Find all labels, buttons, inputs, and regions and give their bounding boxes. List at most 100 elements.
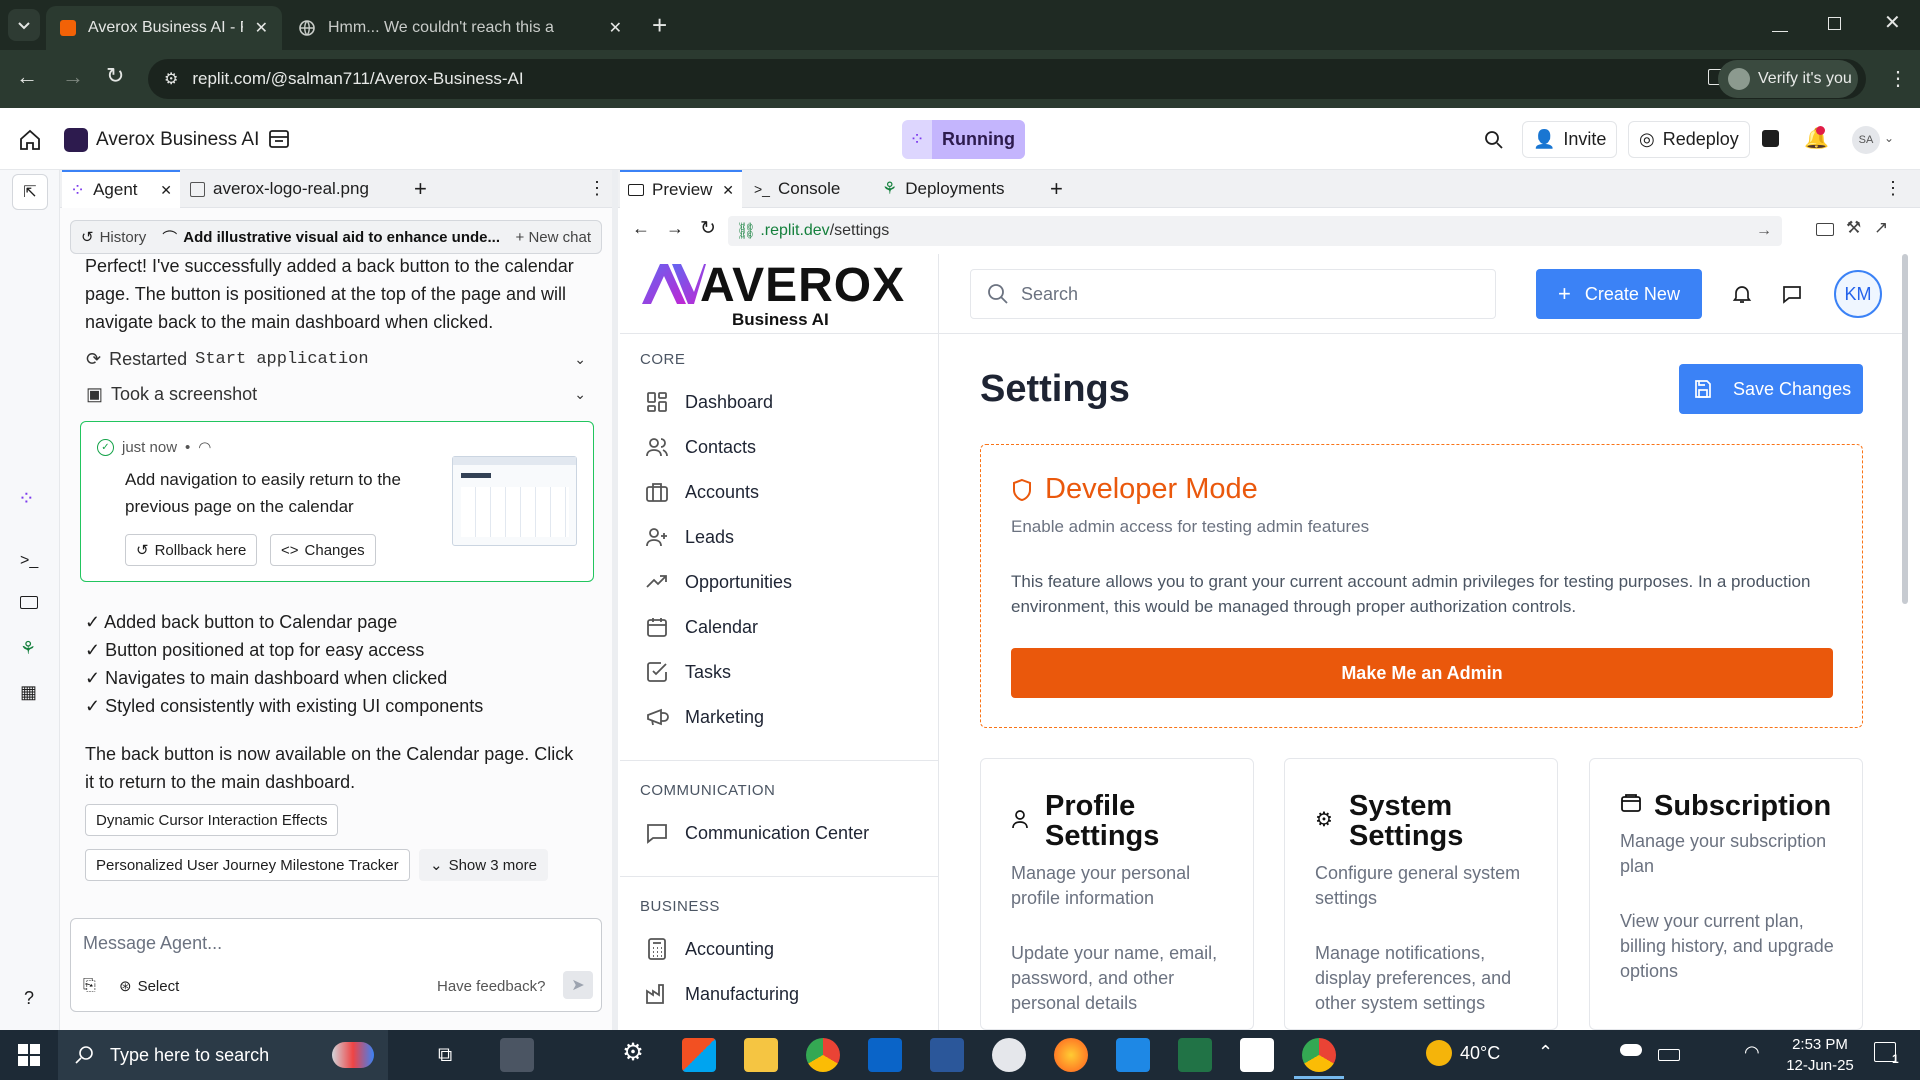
onedrive-icon[interactable] (1620, 1044, 1642, 1056)
system-settings-card[interactable]: ⚙ System Settings Configure general syst… (1284, 758, 1558, 1030)
word-icon[interactable] (930, 1038, 964, 1072)
sidebar-item-opportunities[interactable]: Opportunities (645, 567, 792, 597)
chevron-down-icon[interactable]: ⌄ (574, 351, 586, 368)
close-window-button[interactable]: ✕ (1884, 10, 1901, 35)
home-icon[interactable] (18, 128, 42, 152)
forward-icon[interactable]: → (62, 64, 84, 90)
file-explorer-icon[interactable] (744, 1038, 778, 1072)
back-icon[interactable]: ← (16, 64, 38, 90)
vscode-icon[interactable] (1116, 1038, 1150, 1072)
browser-tab[interactable]: Hmm... We couldn't reach this a ✕ (284, 6, 636, 50)
close-icon[interactable]: ✕ (722, 182, 734, 199)
add-tab-button[interactable]: + (414, 176, 427, 202)
user-avatar[interactable]: KM (1834, 270, 1882, 318)
tray-chevron-icon[interactable]: ⌃ (1538, 1042, 1553, 1063)
battery-icon[interactable] (1658, 1049, 1680, 1061)
clock[interactable]: 2:53 PM 12-Jun-25 (1780, 1034, 1860, 1076)
history-button[interactable]: History (100, 229, 147, 246)
close-icon[interactable]: ✕ (609, 18, 622, 38)
bell-icon[interactable] (1732, 284, 1752, 304)
shell-icon[interactable]: >_ (20, 552, 38, 570)
more-menu-icon[interactable]: ⋮ (588, 178, 606, 199)
weather-widget[interactable]: 40°C (1426, 1040, 1500, 1066)
sidebar-item-calendar[interactable]: Calendar (645, 612, 758, 642)
close-icon[interactable]: ✕ (160, 182, 172, 199)
verify-chip[interactable]: Verify it's you (1718, 60, 1858, 98)
redeploy-button[interactable]: ◎ Redeploy (1628, 121, 1750, 158)
chrome-active-icon[interactable] (1302, 1038, 1336, 1072)
tab-preview[interactable]: Preview ✕ (620, 170, 742, 208)
restore-button[interactable] (1828, 17, 1841, 30)
minimize-button[interactable] (1772, 12, 1788, 32)
more-menu-icon[interactable]: ⋮ (1884, 178, 1902, 199)
outlook-icon[interactable] (868, 1038, 902, 1072)
sidebar-item-accounts[interactable]: Accounts (645, 477, 759, 507)
suggestion-chip[interactable]: Personalized User Journey Milestone Trac… (85, 849, 410, 881)
tab-console[interactable]: >_ Console (754, 170, 840, 208)
invite-button[interactable]: 👤 Invite (1522, 121, 1618, 158)
close-icon[interactable]: ✕ (255, 18, 268, 38)
new-chat-button[interactable]: + New chat (516, 229, 591, 246)
archive-icon[interactable] (268, 128, 290, 150)
sidebar-item-communication-center[interactable]: Communication Center (645, 818, 869, 848)
tab-search-button[interactable] (8, 9, 40, 41)
tab-agent[interactable]: ⁘ Agent ✕ (62, 170, 180, 208)
tabs-icon[interactable] (1762, 130, 1779, 147)
message-icon[interactable] (1782, 284, 1802, 304)
preview-back-icon[interactable]: ← (632, 218, 650, 239)
settings-app-icon[interactable]: ⚙ (616, 1038, 650, 1072)
tab-logo-file[interactable]: averox-logo-real.png (190, 170, 369, 208)
excel-icon[interactable] (1178, 1038, 1212, 1072)
profile-settings-card[interactable]: Profile Settings Manage your personal pr… (980, 758, 1254, 1030)
user-avatar[interactable]: SA (1852, 126, 1880, 154)
device-icon[interactable] (1816, 223, 1834, 236)
help-icon[interactable]: ? (24, 988, 34, 1009)
sidebar-item-marketing[interactable]: Marketing (645, 702, 764, 732)
sidebar-item-contacts[interactable]: Contacts (645, 432, 756, 462)
taskbar-search-box[interactable]: Type here to search (58, 1030, 388, 1080)
address-bar[interactable]: ⚙ replit.com/@salman711/Averox-Business-… (148, 59, 1866, 99)
preview-forward-icon[interactable]: → (666, 218, 684, 239)
running-status[interactable]: ⁘ Running (902, 120, 1025, 159)
camera-app-icon[interactable] (500, 1038, 534, 1072)
checkpoint-thumbnail[interactable] (452, 456, 577, 546)
go-arrow-icon[interactable]: → (1756, 222, 1772, 240)
preview-monitor-icon[interactable] (20, 596, 38, 609)
add-tab-button[interactable]: + (1050, 176, 1063, 202)
attach-icon[interactable]: ⎘ (83, 977, 96, 995)
sidebar-item-manufacturing[interactable]: Manufacturing (645, 979, 799, 1009)
make-admin-button[interactable]: Make Me an Admin (1011, 648, 1833, 698)
action-screenshot[interactable]: ▣ Took a screenshot ⌄ (86, 381, 586, 407)
deployments-icon[interactable]: ⚘ (20, 638, 36, 659)
create-new-button[interactable]: + Create New (1536, 269, 1702, 319)
browser-tab-active[interactable]: Averox Business AI - Replit ✕ (46, 6, 282, 50)
agent-rail-icon[interactable]: ⁘ (18, 486, 35, 511)
preview-url-bar[interactable]: ⛓ .replit.dev /settings → (728, 216, 1782, 246)
reload-icon[interactable]: ↻ (106, 63, 124, 89)
chevron-down-icon[interactable]: ⌄ (574, 386, 586, 403)
show-more-button[interactable]: ⌄ Show 3 more (419, 849, 548, 881)
sidebar-item-leads[interactable]: Leads (645, 522, 734, 552)
windows-start-icon[interactable] (18, 1044, 40, 1066)
new-tab-button[interactable]: + (652, 10, 667, 41)
open-new-tab-icon[interactable]: ↗ (1874, 218, 1888, 238)
tab-deployments[interactable]: ⚘ Deployments (882, 170, 1004, 208)
chat-title[interactable]: Add illustrative visual aid to enhance u… (183, 229, 500, 246)
paint-icon[interactable] (992, 1038, 1026, 1072)
task-view-icon[interactable]: ⧉ (438, 1044, 452, 1067)
feedback-link[interactable]: Have feedback? (437, 978, 545, 995)
chevron-down-icon[interactable]: ⌄ (1884, 131, 1894, 145)
devtools-icon[interactable]: ⚒ (1846, 218, 1861, 238)
site-info-icon[interactable]: ⚙ (164, 69, 178, 89)
capcut-icon[interactable] (1240, 1038, 1274, 1072)
firefox-icon[interactable] (1054, 1038, 1088, 1072)
app-search-input[interactable]: Search (970, 269, 1496, 319)
changes-button[interactable]: <> Changes (270, 534, 376, 566)
search-icon[interactable] (1484, 130, 1504, 150)
preview-reload-icon[interactable]: ↻ (700, 217, 716, 240)
browser-menu-icon[interactable]: ⋮ (1888, 66, 1908, 91)
send-button[interactable]: ➤ (563, 971, 593, 999)
rollback-button[interactable]: ↺ Rollback here (125, 534, 258, 566)
action-restarted[interactable]: ⟳ Restarted Start application ⌄ (86, 346, 586, 372)
sidebar-item-dashboard[interactable]: Dashboard (645, 387, 773, 417)
